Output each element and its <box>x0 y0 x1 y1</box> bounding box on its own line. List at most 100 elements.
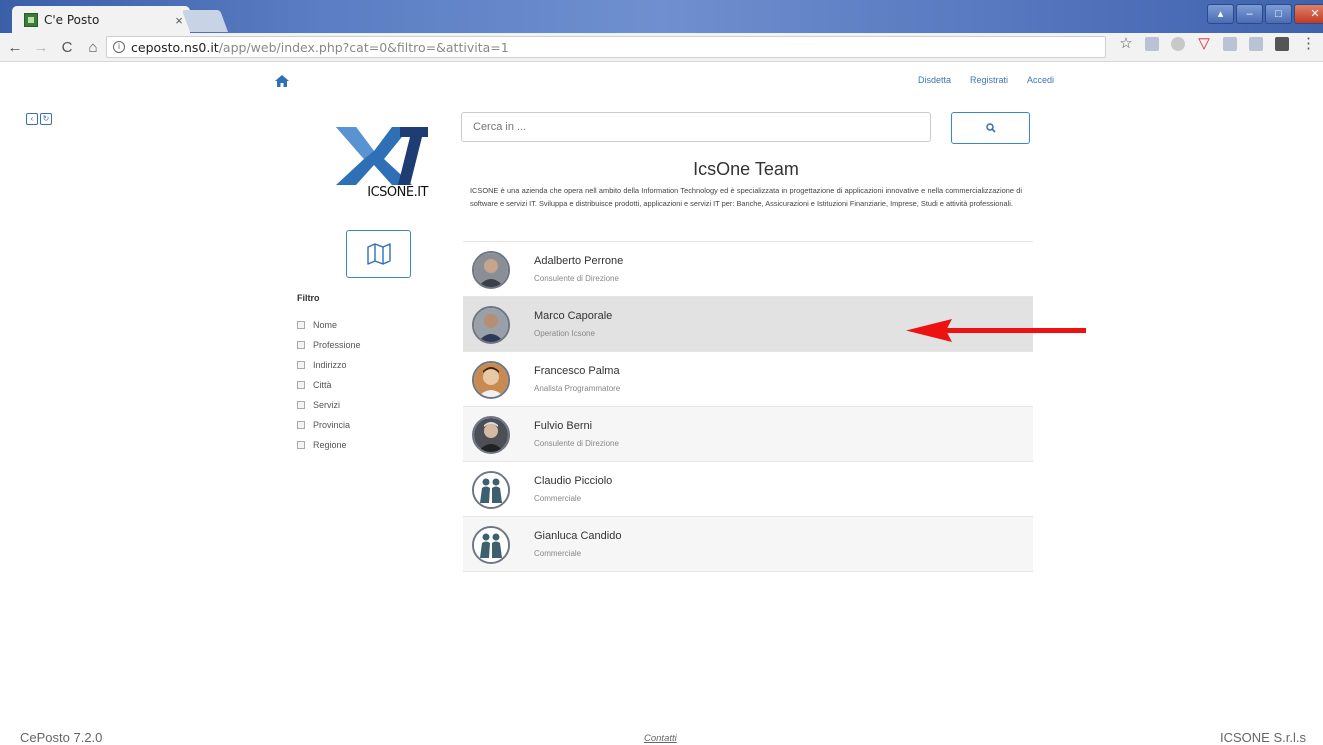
browser-toolbar: ← → C ⌂ i ceposto.ns0.it/app/web/index.p… <box>0 33 1323 62</box>
filter-label: Nome <box>313 320 338 330</box>
tab-title: C'e Posto <box>44 13 100 27</box>
company-logo: ICSONE.IT <box>330 123 430 203</box>
filter-option-citta[interactable]: Città <box>297 375 361 395</box>
bookmark-star-icon[interactable]: ☆ <box>1119 36 1133 51</box>
member-name: Claudio Picciolo <box>534 475 613 487</box>
filter-label: Regione <box>313 440 347 450</box>
filter-option-indirizzo[interactable]: Indirizzo <box>297 355 361 375</box>
member-role: Operation Icsone <box>534 329 595 338</box>
team-member-row[interactable]: Claudio Picciolo Commerciale <box>463 462 1033 517</box>
filter-label: Professione <box>313 340 361 350</box>
filter-title: Filtro <box>297 293 320 303</box>
filter-label: Indirizzo <box>313 360 347 370</box>
shield-extension-icon[interactable]: ▽ <box>1197 36 1211 51</box>
filter-option-servizi[interactable]: Servizi <box>297 395 361 415</box>
extension-cloud-icon[interactable] <box>1171 37 1185 51</box>
team-member-row[interactable]: Fulvio Berni Consulente di Direzione <box>463 407 1033 462</box>
url-path: /app/web/index.php?cat=0&filtro=&attivit… <box>218 39 509 55</box>
checkbox[interactable] <box>297 441 305 449</box>
filter-label: Città <box>313 380 332 390</box>
close-window-button[interactable]: ✕ <box>1294 4 1323 24</box>
checkbox[interactable] <box>297 421 305 429</box>
new-tab-button[interactable] <box>181 10 229 32</box>
avatar <box>472 251 510 289</box>
checkbox[interactable] <box>297 341 305 349</box>
info-icon[interactable]: i <box>113 41 125 53</box>
sidebar-controls: ‹ ↻ <box>26 113 52 125</box>
user-placeholder-icon <box>474 528 508 562</box>
contatti-link[interactable]: Contatti <box>644 733 677 744</box>
filter-option-nome[interactable]: Nome <box>297 315 361 335</box>
registrati-link[interactable]: Registrati <box>970 75 1008 85</box>
avatar <box>472 471 510 509</box>
back-button[interactable]: ← <box>4 39 26 56</box>
extension-rss-icon[interactable] <box>1249 37 1263 51</box>
reload-button[interactable]: C <box>56 39 78 56</box>
checkbox[interactable] <box>297 321 305 329</box>
extension-app-icon[interactable] <box>1223 37 1237 51</box>
window-controls: ▴ – □ ✕ <box>1205 4 1323 24</box>
avatar <box>472 361 510 399</box>
checkbox[interactable] <box>297 401 305 409</box>
page-title: IcsOne Team <box>693 159 799 179</box>
member-role: Commerciale <box>534 494 582 503</box>
filter-option-regione[interactable]: Regione <box>297 435 361 455</box>
top-nav: Disdetta Registrati Accedi <box>918 75 1054 85</box>
search-button[interactable] <box>951 112 1030 144</box>
footer-version: CePosto 7.2.0 <box>20 730 103 745</box>
disdetta-link[interactable]: Disdetta <box>918 75 951 85</box>
team-member-row[interactable]: Adalberto Perrone Consulente di Direzion… <box>463 242 1033 297</box>
member-role: Analista Programmatore <box>534 384 621 393</box>
search-input[interactable] <box>461 112 931 142</box>
map-icon <box>366 243 391 265</box>
refresh-icon[interactable]: ↻ <box>40 113 52 125</box>
avatar <box>472 306 510 344</box>
member-name: Fulvio Berni <box>534 420 593 432</box>
window-titlebar: C'e Posto × ▴ – □ ✕ <box>0 0 1323 34</box>
restore-profile-button[interactable]: ▴ <box>1207 4 1234 24</box>
map-button[interactable] <box>346 230 411 278</box>
home-button[interactable]: ⌂ <box>82 39 104 56</box>
extension-square-icon[interactable] <box>1275 37 1289 51</box>
accedi-link[interactable]: Accedi <box>1027 75 1054 85</box>
avatar <box>472 416 510 454</box>
page-content: Disdetta Registrati Accedi ‹ ↻ ICSONE.IT… <box>0 63 1323 745</box>
filter-option-professione[interactable]: Professione <box>297 335 361 355</box>
extension-code-icon[interactable] <box>1145 37 1159 51</box>
member-name: Adalberto Perrone <box>534 255 624 267</box>
annotation-arrow-icon <box>906 319 1086 342</box>
team-list: Adalberto Perrone Consulente di Direzion… <box>463 241 1033 572</box>
team-member-row[interactable]: Gianluca Candido Commerciale <box>463 517 1033 572</box>
filter-label: Servizi <box>313 400 341 410</box>
browser-tab[interactable]: C'e Posto × <box>12 6 190 34</box>
member-role: Commerciale <box>534 549 582 558</box>
checkbox[interactable] <box>297 361 305 369</box>
browser-menu-icon[interactable]: ⋮ <box>1301 36 1316 51</box>
address-bar[interactable]: i ceposto.ns0.it/app/web/index.php?cat=0… <box>106 36 1106 58</box>
member-role: Consulente di Direzione <box>534 439 619 448</box>
filter-option-provincia[interactable]: Provincia <box>297 415 361 435</box>
checkbox[interactable] <box>297 381 305 389</box>
member-name: Gianluca Candido <box>534 530 622 542</box>
minimize-button[interactable]: – <box>1236 4 1263 24</box>
forward-button[interactable]: → <box>30 39 52 56</box>
extension-icons: ☆ ▽ ⋮ <box>1119 36 1316 51</box>
site-favicon-icon <box>24 13 38 27</box>
member-name: Marco Caporale <box>534 310 613 322</box>
member-role: Consulente di Direzione <box>534 274 619 283</box>
footer-company: ICSONE S.r.l.s <box>1220 730 1306 745</box>
filter-label: Provincia <box>313 420 351 430</box>
logo-mark <box>336 127 428 185</box>
url-host: ceposto.ns0.it <box>131 39 219 55</box>
user-placeholder-icon <box>474 473 508 507</box>
logo-text: ICSONE.IT <box>367 185 428 200</box>
home-icon[interactable] <box>274 74 290 88</box>
filter-list: Nome Professione Indirizzo Città Servizi… <box>297 315 361 455</box>
maximize-button[interactable]: □ <box>1265 4 1292 24</box>
search-icon <box>985 123 996 133</box>
member-name: Francesco Palma <box>534 365 620 377</box>
collapse-left-icon[interactable]: ‹ <box>26 113 38 125</box>
team-member-row[interactable]: Francesco Palma Analista Programmatore <box>463 352 1033 407</box>
team-description: ICSONE è una azienda che opera nell ambi… <box>470 186 1022 208</box>
avatar <box>472 526 510 564</box>
